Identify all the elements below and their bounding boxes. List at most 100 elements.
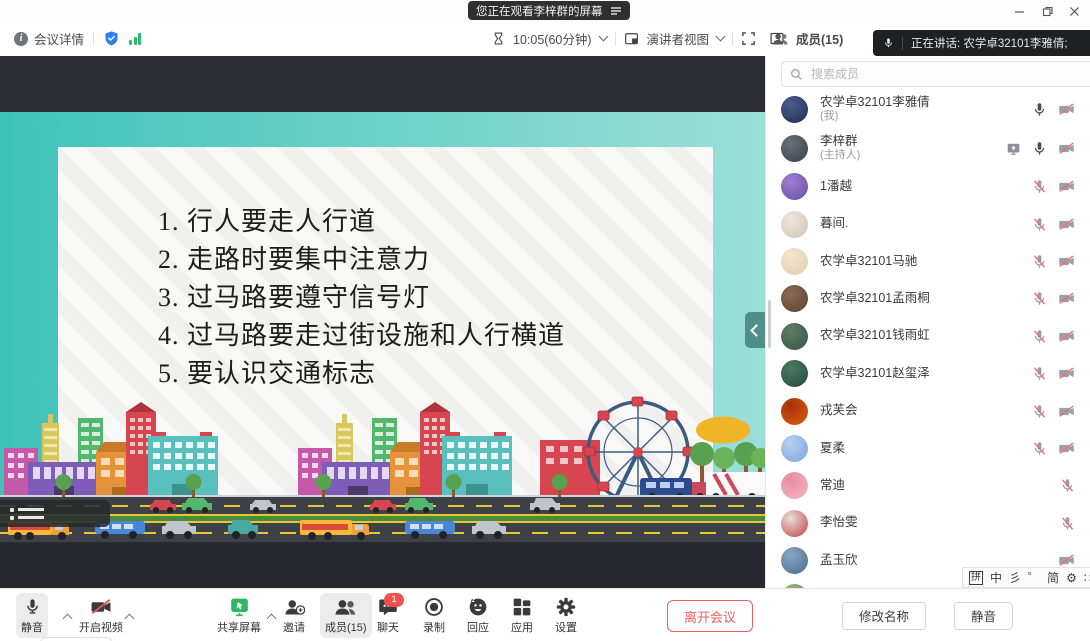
camera-off-icon bbox=[90, 597, 112, 617]
mic-muted-icon[interactable] bbox=[1032, 254, 1047, 269]
member-row[interactable]: 夏柔 bbox=[766, 430, 1090, 467]
member-row[interactable]: 农学卓32101钱雨虹 bbox=[766, 318, 1090, 355]
member-status-icons bbox=[1060, 516, 1075, 531]
timer-dropdown-caret[interactable] bbox=[598, 32, 608, 42]
window-close-button[interactable] bbox=[1063, 2, 1085, 20]
ime-glyph[interactable]: ∷ bbox=[1084, 572, 1090, 584]
share-options-caret[interactable] bbox=[267, 614, 277, 624]
member-name: 李怡雯 bbox=[820, 515, 858, 531]
search-input[interactable] bbox=[809, 66, 1053, 82]
member-row[interactable]: 农学卓32101赵玺泽 bbox=[766, 355, 1090, 392]
mic-muted-icon[interactable] bbox=[1060, 516, 1075, 531]
apps-button[interactable]: 应用 bbox=[506, 593, 538, 638]
members-button[interactable]: 成员(15) bbox=[320, 593, 372, 638]
member-list[interactable]: 农学卓32101李雅倩(我) 李梓群(主持人) 1潘越 bbox=[766, 90, 1090, 588]
reactions-label: 回应 bbox=[467, 619, 489, 635]
mic-muted-icon[interactable] bbox=[1032, 217, 1047, 232]
member-row[interactable]: 常迪 bbox=[766, 467, 1090, 504]
camera-off-icon[interactable] bbox=[1058, 102, 1075, 117]
member-row[interactable]: 李怡雯 bbox=[766, 505, 1090, 542]
minimize-icon bbox=[1014, 6, 1025, 17]
camera-off-icon[interactable] bbox=[1058, 217, 1075, 232]
screen-list-icon bbox=[610, 6, 622, 16]
mute-label: 静音 bbox=[21, 619, 43, 635]
camera-off-icon[interactable] bbox=[1058, 291, 1075, 306]
mic-muted-icon[interactable] bbox=[1032, 179, 1047, 194]
invite-button[interactable]: 邀请 bbox=[278, 593, 310, 638]
settings-button[interactable]: 设置 bbox=[550, 593, 582, 638]
mic-on-icon[interactable] bbox=[1032, 102, 1047, 117]
member-status-icons bbox=[1058, 553, 1075, 568]
members-panel: 农学卓32101李雅倩(我) 李梓群(主持人) 1潘越 bbox=[765, 56, 1090, 641]
mute-button[interactable]: 静音 bbox=[16, 593, 48, 638]
member-list-scrollbar[interactable] bbox=[768, 300, 771, 348]
member-row[interactable]: 农学卓32101李雅倩(我) bbox=[766, 90, 1090, 129]
record-button[interactable]: 录制 bbox=[418, 593, 450, 638]
ime-glyph[interactable]: 拼 bbox=[969, 571, 983, 585]
camera-off-icon[interactable] bbox=[1058, 553, 1075, 568]
chat-button[interactable]: 1 聊天 bbox=[372, 593, 404, 638]
mic-muted-icon[interactable] bbox=[1032, 404, 1047, 419]
mic-muted-icon[interactable] bbox=[1060, 478, 1075, 493]
camera-off-icon[interactable] bbox=[1058, 366, 1075, 381]
ime-glyph[interactable]: ⚙ bbox=[1066, 572, 1077, 584]
camera-off-icon[interactable] bbox=[1058, 404, 1075, 419]
member-row[interactable]: 农学卓32101孟雨桐 bbox=[766, 280, 1090, 317]
window-restore-button[interactable] bbox=[1036, 2, 1058, 20]
screen-sharing-icon[interactable] bbox=[1006, 142, 1021, 156]
mic-muted-icon[interactable] bbox=[1032, 441, 1047, 456]
camera-off-icon[interactable] bbox=[1058, 254, 1075, 269]
camera-off-icon[interactable] bbox=[1058, 441, 1075, 456]
window-minimize-button[interactable] bbox=[1008, 2, 1030, 20]
start-video-button[interactable]: 开启视频 bbox=[74, 593, 128, 638]
mic-on-icon[interactable] bbox=[1032, 141, 1047, 156]
panel-mute-button[interactable]: 静音 bbox=[954, 602, 1013, 630]
camera-off-icon[interactable] bbox=[1058, 329, 1075, 344]
share-screen-button[interactable]: 共享屏幕 bbox=[212, 593, 266, 638]
member-row[interactable]: 暮间. bbox=[766, 205, 1090, 242]
meeting-details-button[interactable]: i 会议详情 bbox=[14, 29, 84, 48]
record-label: 录制 bbox=[423, 619, 445, 635]
info-icon: i bbox=[14, 32, 28, 46]
member-name: 暮间. bbox=[820, 216, 848, 232]
camera-off-icon[interactable] bbox=[1058, 141, 1075, 156]
mic-options-caret[interactable] bbox=[63, 614, 73, 624]
speaking-toast-text: 正在讲话: 农学卓32101李雅倩; bbox=[911, 35, 1068, 51]
member-name: 农学卓32101钱雨虹 bbox=[820, 328, 930, 344]
title-bar: 您正在观看李梓群的屏幕 bbox=[0, 0, 1090, 22]
leave-meeting-button[interactable]: 离开会议 bbox=[667, 600, 753, 632]
member-row[interactable]: 李梓群(主持人) bbox=[766, 129, 1090, 168]
slide-line: 2. 走路时要集中注意力 bbox=[158, 241, 565, 279]
member-row[interactable]: 农学卓32101马驰 bbox=[766, 243, 1090, 280]
ime-glyph[interactable]: 中 bbox=[990, 572, 1002, 584]
mic-muted-icon[interactable] bbox=[1032, 366, 1047, 381]
network-signal-icon[interactable] bbox=[129, 33, 141, 45]
bottom-toolbar: 静音 开启视频 共享屏幕 bbox=[0, 588, 765, 641]
mic-muted-icon[interactable] bbox=[1032, 329, 1047, 344]
rename-button[interactable]: 修改名称 bbox=[842, 602, 926, 630]
camera-off-icon[interactable] bbox=[1058, 179, 1075, 194]
divider bbox=[615, 32, 616, 46]
member-row[interactable]: 戎芙会 bbox=[766, 392, 1090, 429]
mic-muted-icon[interactable] bbox=[1032, 291, 1047, 306]
avatar bbox=[781, 472, 808, 499]
member-status-icons bbox=[1032, 366, 1075, 381]
slide-line: 3. 过马路要遵守信号灯 bbox=[158, 279, 565, 317]
avatar bbox=[781, 360, 808, 387]
reactions-button[interactable]: 回应 bbox=[462, 593, 494, 638]
member-row[interactable]: 1潘越 bbox=[766, 168, 1090, 205]
view-dropdown-caret[interactable] bbox=[716, 32, 726, 42]
security-shield-icon[interactable] bbox=[103, 30, 120, 47]
watching-screen-banner[interactable]: 您正在观看李梓群的屏幕 bbox=[468, 1, 630, 20]
collapse-panel-handle[interactable] bbox=[745, 312, 765, 348]
invite-label: 邀请 bbox=[283, 619, 305, 635]
ime-glyph[interactable]: 彡 bbox=[1009, 572, 1021, 584]
ime-toolbar[interactable]: 拼中彡゜简 ⚙ ∷ bbox=[962, 567, 1090, 588]
slide-navigator-overlay[interactable] bbox=[0, 500, 110, 527]
member-name: 农学卓32101孟雨桐 bbox=[820, 291, 930, 307]
member-search-box[interactable] bbox=[781, 61, 1090, 87]
fullscreen-icon[interactable] bbox=[741, 31, 756, 46]
ime-glyph[interactable]: ゜ bbox=[1028, 572, 1040, 584]
ime-glyph[interactable]: 简 bbox=[1047, 572, 1059, 584]
view-mode-label[interactable]: 演讲者视图 bbox=[647, 29, 710, 48]
